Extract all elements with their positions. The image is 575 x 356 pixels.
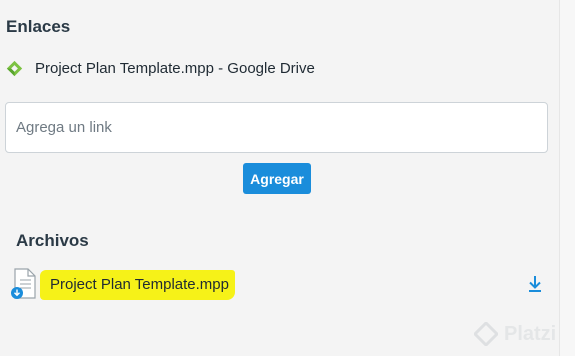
platzi-watermark: Platzi: [474, 322, 556, 346]
file-item[interactable]: Project Plan Template.mpp: [10, 268, 550, 302]
link-item[interactable]: Project Plan Template.mpp - Google Drive: [6, 60, 315, 77]
file-item-name[interactable]: Project Plan Template.mpp: [40, 270, 235, 300]
panel-edge: [559, 0, 575, 356]
links-section-title: Enlaces: [6, 17, 71, 36]
files-section-title: Archivos: [16, 231, 89, 250]
platzi-logo-icon: [474, 322, 498, 346]
add-link-button[interactable]: Agregar: [243, 163, 311, 194]
link-item-label[interactable]: Project Plan Template.mpp - Google Drive: [35, 60, 315, 77]
file-download-icon: [11, 268, 36, 299]
watermark-text: Platzi: [504, 322, 557, 345]
download-icon[interactable]: [526, 274, 544, 294]
resources-panel: Enlaces Project Plan Template.mpp - Goog…: [0, 0, 560, 356]
link-input[interactable]: [5, 102, 548, 153]
google-drive-icon: [6, 60, 23, 77]
